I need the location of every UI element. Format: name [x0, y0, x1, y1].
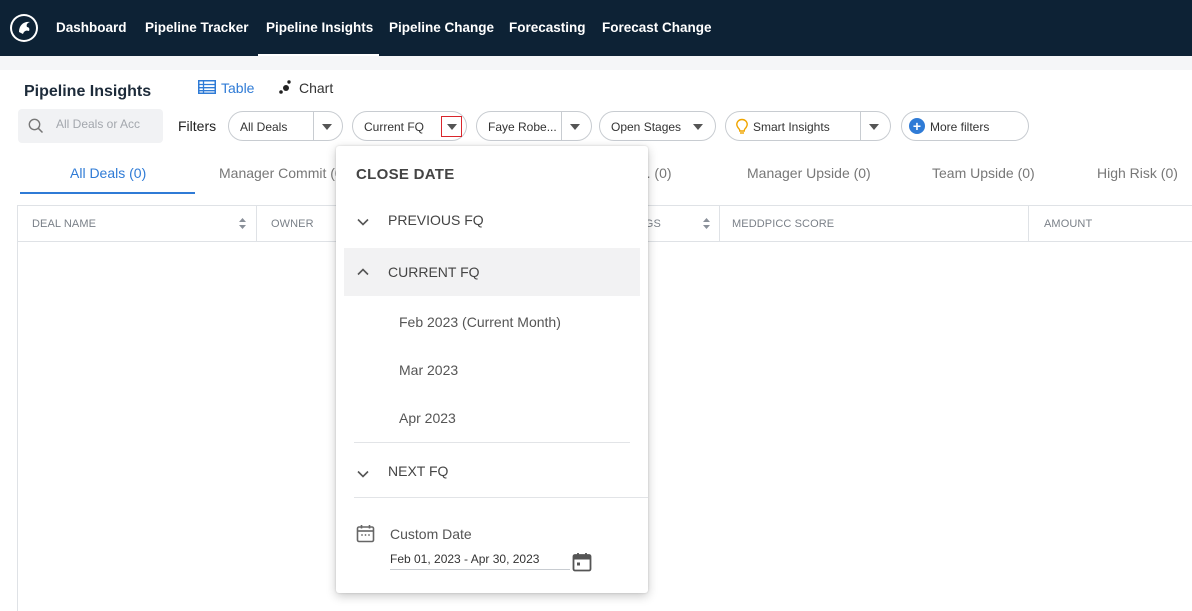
month-option-mar-2023[interactable]: Mar 2023: [399, 362, 458, 378]
calendar-icon: [356, 524, 375, 548]
tab-team-upside[interactable]: Team Upside (0): [932, 165, 1035, 181]
chart-view-toggle[interactable]: Chart: [278, 78, 333, 98]
chevron-down-icon: [356, 466, 370, 484]
chevron-up-icon: [356, 264, 370, 282]
next-fq-group[interactable]: NEXT FQ: [344, 446, 640, 494]
column-divider: [719, 205, 720, 242]
next-fq-label: NEXT FQ: [388, 463, 449, 479]
divider: [313, 112, 314, 140]
tab-manager-commit[interactable]: Manager Commit (0): [219, 165, 347, 181]
previous-fq-label: PREVIOUS FQ: [388, 212, 484, 228]
tab-manager-upside[interactable]: Manager Upside (0): [747, 165, 871, 181]
app-logo-icon[interactable]: [10, 14, 38, 42]
search-icon: [28, 118, 44, 139]
column-header-meddpicc-score[interactable]: MEDDPICC SCORE: [732, 218, 834, 230]
owner-filter[interactable]: Faye Robe...: [476, 111, 592, 141]
stage-filter[interactable]: Open Stages: [599, 111, 716, 141]
chevron-down-icon: [447, 124, 457, 130]
nav-dashboard[interactable]: Dashboard: [56, 0, 127, 56]
smart-insights-filter[interactable]: Smart Insights: [725, 111, 891, 141]
current-fq-group[interactable]: CURRENT FQ: [344, 248, 640, 296]
divider: [354, 442, 630, 443]
chevron-down-icon[interactable]: [693, 124, 703, 130]
column-header-amount[interactable]: AMOUNT: [1044, 218, 1092, 230]
chevron-down-icon[interactable]: [570, 124, 580, 130]
chart-view-label: Chart: [299, 80, 334, 96]
tab-all-deals[interactable]: All Deals (0): [70, 165, 146, 181]
calendar-picker-icon[interactable]: [572, 552, 592, 577]
month-option-feb-2023[interactable]: Feb 2023 (Current Month): [399, 314, 561, 330]
nav-pipeline-change[interactable]: Pipeline Change: [389, 0, 494, 56]
deal-scope-filter[interactable]: All Deals: [228, 111, 343, 141]
close-date-dropdown-toggle[interactable]: [441, 116, 462, 137]
nav-forecast-change[interactable]: Forecast Change: [602, 0, 712, 56]
filters-label: Filters: [178, 118, 217, 134]
table-icon: [198, 79, 216, 97]
custom-date-label[interactable]: Custom Date: [390, 526, 472, 542]
scatter-chart-icon: [278, 79, 294, 98]
sort-icon[interactable]: [238, 217, 247, 235]
header-band: [0, 56, 1192, 70]
chevron-down-icon[interactable]: [869, 124, 879, 130]
divider: [354, 497, 648, 498]
column-header-deal-name[interactable]: DEAL NAME: [32, 218, 96, 230]
dropdown-title: CLOSE DATE: [356, 166, 455, 183]
search-input[interactable]: [56, 117, 156, 131]
page-title: Pipeline Insights: [24, 83, 152, 100]
more-filters-button[interactable]: + More filters: [901, 111, 1029, 141]
nav-pipeline-insights[interactable]: Pipeline Insights: [257, 0, 380, 56]
smart-insights-filter-label: Smart Insights: [753, 120, 830, 134]
chevron-down-icon: [356, 214, 370, 232]
month-option-apr-2023[interactable]: Apr 2023: [399, 410, 456, 426]
active-tab-indicator: [20, 192, 195, 194]
deal-scope-filter-label: All Deals: [240, 120, 288, 134]
search-box[interactable]: [18, 109, 163, 143]
table-view-toggle[interactable]: Table: [198, 78, 254, 98]
owner-filter-label: Faye Robe...: [488, 120, 557, 134]
sort-icon[interactable]: [702, 217, 711, 235]
close-date-filter-label: Current FQ: [364, 120, 425, 134]
nav-pipeline-tracker[interactable]: Pipeline Tracker: [145, 0, 249, 56]
top-nav: Dashboard Pipeline Tracker Pipeline Insi…: [0, 0, 1192, 56]
column-divider: [256, 205, 257, 242]
table-view-label: Table: [221, 80, 255, 96]
current-fq-label: CURRENT FQ: [388, 264, 480, 280]
plus-icon: +: [909, 118, 925, 134]
divider: [860, 112, 861, 140]
divider: [561, 112, 562, 140]
lightbulb-icon: [735, 118, 749, 139]
chevron-down-icon[interactable]: [322, 124, 332, 130]
column-divider: [1028, 205, 1029, 242]
close-date-filter[interactable]: Current FQ: [352, 111, 467, 141]
nav-forecasting[interactable]: Forecasting: [509, 0, 586, 56]
close-date-dropdown: CLOSE DATE PREVIOUS FQ CURRENT FQ Feb 20…: [336, 146, 648, 593]
tab-high-risk[interactable]: High Risk (0): [1097, 165, 1178, 181]
column-header-owner[interactable]: OWNER: [271, 218, 314, 230]
more-filters-label: More filters: [930, 120, 990, 134]
stage-filter-label: Open Stages: [611, 120, 682, 134]
previous-fq-group[interactable]: PREVIOUS FQ: [344, 196, 640, 244]
custom-date-range-input[interactable]: Feb 01, 2023 - Apr 30, 2023: [390, 552, 570, 570]
